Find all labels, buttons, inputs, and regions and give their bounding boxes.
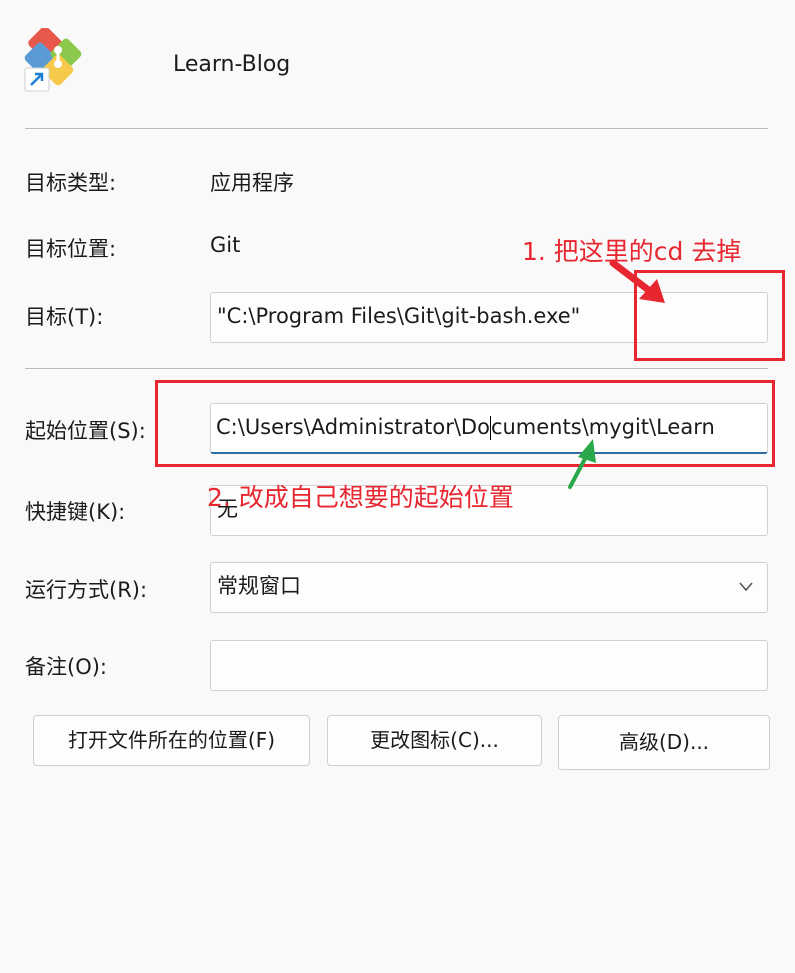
comment-input[interactable]: [210, 640, 768, 691]
comment-label: 备注(O):: [25, 655, 107, 679]
annotation-box-start-in: [155, 380, 775, 467]
change-icon-button[interactable]: 更改图标(C)...: [327, 715, 542, 766]
separator-middle: [25, 368, 768, 369]
run-label: 运行方式(R):: [25, 578, 148, 602]
run-dropdown[interactable]: 常规窗口: [210, 562, 768, 613]
target-type-label: 目标类型:: [25, 171, 117, 195]
target-type-value: 应用程序: [210, 171, 294, 195]
annotation-arrow-red-icon: [609, 259, 665, 303]
start-in-label: 起始位置(S):: [25, 419, 146, 443]
target-location-value: Git: [210, 233, 241, 257]
advanced-button[interactable]: 高级(D)...: [558, 715, 770, 770]
annotation-note-2: 2. 改成自己想要的起始位置: [207, 483, 514, 512]
git-shortcut-icon: [24, 26, 92, 92]
separator-top: [25, 128, 768, 129]
shortcut-title: Learn-Blog: [173, 52, 291, 77]
annotation-arrow-green-icon: [568, 439, 596, 489]
shortcut-key-label: 快捷键(K):: [25, 500, 126, 524]
open-file-location-button[interactable]: 打开文件所在的位置(F): [33, 715, 310, 766]
target-location-label: 目标位置:: [25, 237, 117, 261]
chevron-down-icon: [739, 563, 753, 612]
target-label: 目标(T):: [25, 305, 104, 329]
run-selected-value: 常规窗口: [217, 574, 301, 598]
